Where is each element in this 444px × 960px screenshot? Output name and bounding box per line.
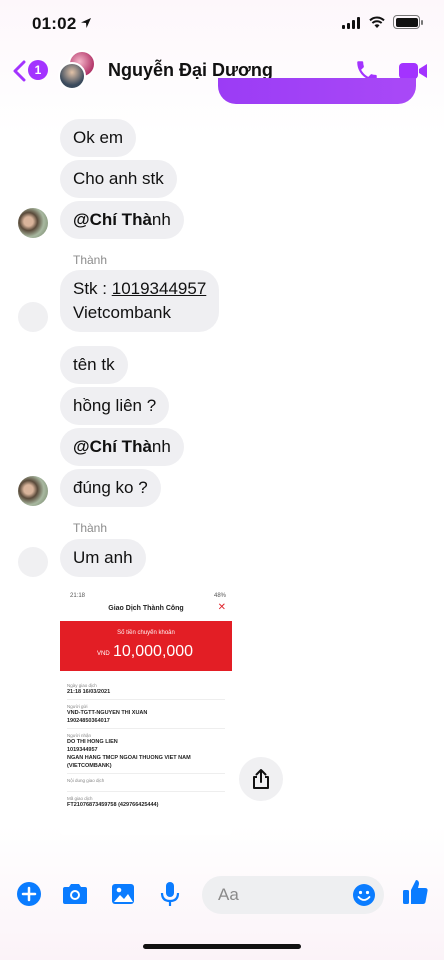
sender-avatar[interactable]: [18, 208, 48, 238]
emoji-icon[interactable]: [352, 883, 376, 907]
message-bubble[interactable]: Ok em: [60, 119, 137, 157]
detail-value: VND-TGTT-NGUYEN THI XUAN: [67, 710, 148, 716]
message-bubble[interactable]: Um anh: [60, 539, 146, 577]
group-avatar[interactable]: [58, 50, 98, 90]
share-button[interactable]: [239, 757, 283, 801]
cellular-signal-icon: [342, 16, 360, 29]
sender-name: Thành: [73, 521, 108, 535]
message-text: Cho anh stk: [73, 169, 164, 188]
thumbs-up-icon[interactable]: [400, 877, 430, 907]
message-bubble[interactable]: đúng ko ?: [60, 469, 161, 507]
status-time: 01:02: [32, 14, 77, 33]
battery-icon: [393, 15, 423, 29]
message-text: tên tk: [73, 355, 115, 374]
receipt-close-icon: ✕: [217, 602, 226, 613]
message-input[interactable]: [218, 885, 338, 905]
detail-value: DO THI HONG LIEN: [67, 739, 118, 745]
share-icon: [253, 769, 269, 789]
sender-avatar: [18, 547, 48, 577]
message-bubble[interactable]: Stk : 1019344957 Vietcombank: [60, 270, 220, 332]
receipt-title-row: Giao Dịch Thành Công ✕: [60, 599, 232, 615]
message-line: Stk : 1019344957: [73, 277, 206, 301]
message-text: nh: [151, 210, 171, 229]
gallery-icon[interactable]: [108, 879, 138, 909]
message-bubble[interactable]: @Chí Thà nh: [60, 428, 184, 466]
amount: 10,000,000: [113, 643, 194, 660]
detail-label: Nội dung giao dịch: [67, 778, 105, 783]
message-text: nh: [151, 437, 171, 456]
message-bubble[interactable]: Cho anh stk: [60, 160, 177, 198]
mention-text[interactable]: @Chí Thà: [73, 210, 152, 230]
message-bubble[interactable]: @Chí Thà nh: [60, 201, 184, 239]
microphone-icon[interactable]: [155, 879, 185, 909]
detail-value: 19024850364017: [67, 718, 110, 724]
amount-label: Số tiền chuyển khoản: [117, 630, 175, 636]
detail-value: 21:18 16/03/2021: [67, 689, 111, 695]
sender-name: Thành: [73, 253, 108, 267]
message-field[interactable]: [202, 876, 384, 914]
mention-text[interactable]: @Chí Thà: [73, 437, 152, 457]
transfer-receipt-image[interactable]: 21:18 48% Giao Dịch Thành Công ✕ Số tiền …: [60, 589, 232, 835]
detail-value: (VIETCOMBANK): [67, 763, 112, 769]
receipt-details: Ngày giao dịch 21:18 16/03/2021 Người gử…: [60, 671, 232, 809]
message-bubble[interactable]: hồng liên ?: [60, 387, 170, 425]
message-text: Vietcombank: [73, 303, 171, 322]
wifi-icon: [369, 16, 385, 28]
detail-value: 1019344957: [67, 747, 98, 753]
sent-message-bubble[interactable]: [218, 78, 416, 104]
message-text: Um anh: [73, 548, 133, 567]
account-number-link[interactable]: 1019344957: [112, 279, 207, 298]
message-text: hồng liên ?: [73, 396, 157, 415]
message-text: Ok em: [73, 128, 124, 147]
unread-count-badge[interactable]: 1: [28, 60, 48, 80]
sender-avatar: [18, 302, 48, 332]
currency: VND: [97, 651, 110, 657]
message-text: đúng ko ?: [73, 478, 148, 497]
receipt-amount-panel: Số tiền chuyển khoản VND 10,000,000: [60, 621, 232, 671]
receipt-status-bar: 21:18 48%: [60, 589, 232, 599]
detail-value: FT21076873459758 (429766425444): [67, 802, 159, 808]
location-arrow-icon: [81, 18, 91, 28]
home-indicator: [143, 944, 301, 949]
sender-avatar[interactable]: [18, 476, 48, 506]
camera-icon[interactable]: [60, 879, 90, 909]
plus-icon[interactable]: [14, 879, 44, 909]
message-text: Stk :: [73, 279, 112, 298]
back-chevron-icon[interactable]: [12, 60, 26, 82]
receipt-title: Giao Dịch Thành Công: [108, 605, 184, 612]
detail-value: NGAN HANG TMCP NGOAI THUONG VIET NAM: [67, 755, 191, 761]
message-bubble[interactable]: tên tk: [60, 346, 128, 384]
